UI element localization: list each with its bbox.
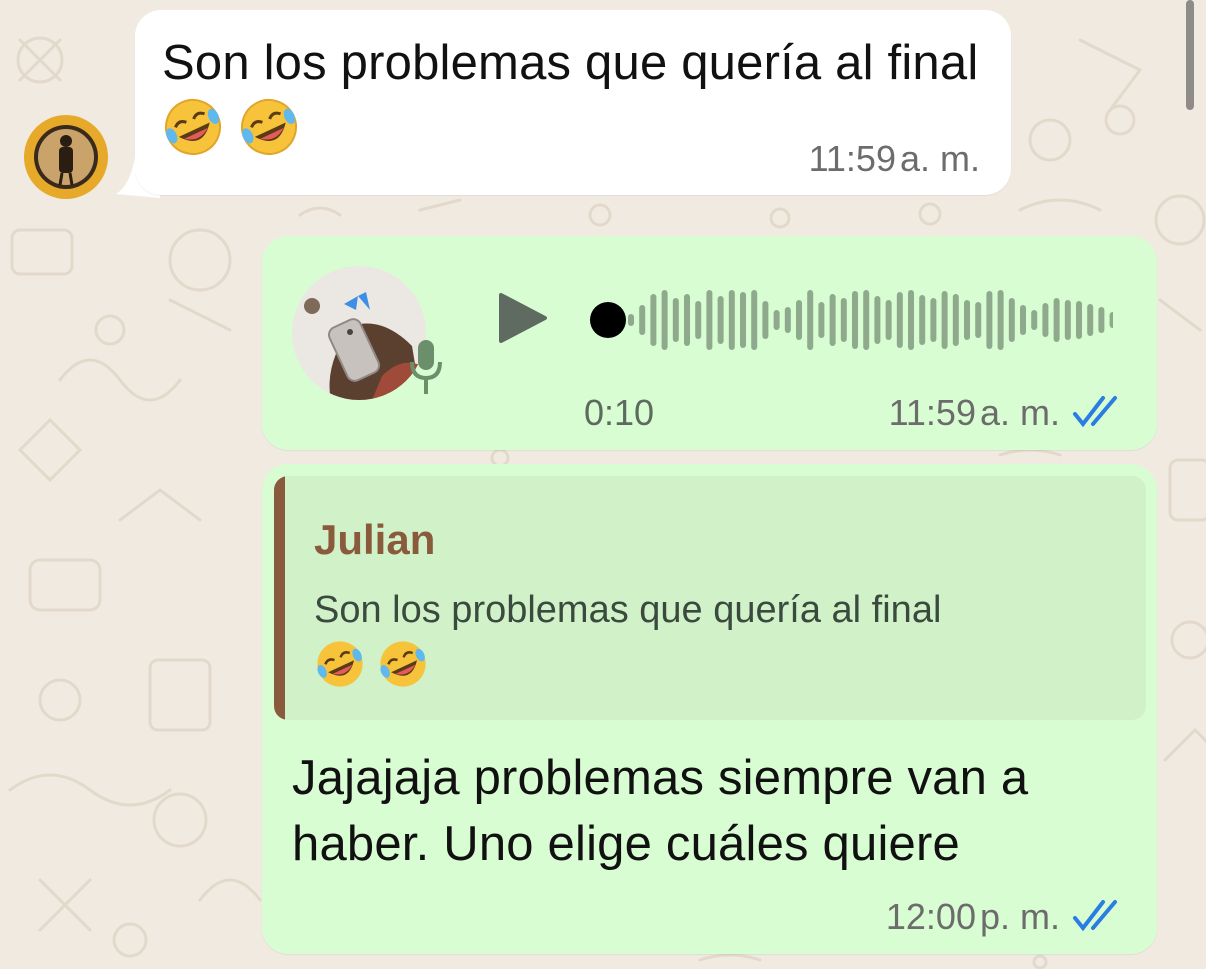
waveform-bar [986,291,993,349]
quote-accent-bar [274,476,285,720]
voice-duration: 0:10 [584,392,655,433]
playback-position-dot[interactable] [590,302,626,338]
audio-waveform[interactable] [588,280,1113,360]
sender-avatar [292,266,426,400]
waveform-bar [1020,305,1026,335]
waveform-bar [1109,312,1113,328]
waveform-bar [650,294,657,346]
waveform-bar [717,296,724,344]
microphone-icon [410,340,442,394]
waveform-bar [1087,304,1094,336]
waveform-bar [941,291,948,349]
waveform-bar [1042,303,1049,337]
waveform-bar [728,290,735,350]
waveform-bar [695,301,702,339]
waveform-bar [829,294,836,346]
waveform-bar [885,300,892,340]
waveform-bar [1031,310,1038,330]
waveform-bar [975,302,982,338]
waveform-bar [796,300,802,340]
read-receipt-icon [1073,900,1117,932]
waveform-bar [628,314,634,326]
waveform-bar [852,291,858,349]
waveform-bar [818,302,825,338]
play-button[interactable] [497,291,549,345]
waveform-bar [762,301,769,339]
waveform-bar [1098,307,1105,333]
waveform-bar [639,305,646,335]
waveform-bar [672,298,679,342]
waveform-bar [773,310,780,330]
rolling-laughing-emoji-icon [238,96,300,175]
contact-avatar[interactable] [24,115,108,199]
rolling-laughing-emoji-icon [314,638,366,706]
waveform-bar [706,290,713,350]
reply-message-time: 12:00 p. m. [885,896,1060,937]
waveform-bar [874,296,881,344]
waveform-bar [896,292,903,348]
waveform-bar [751,290,758,350]
rolling-laughing-emoji-icon [162,96,224,175]
waveform-bar [919,295,926,345]
quoted-author: Julian [314,516,436,563]
waveform-bar [807,290,814,350]
waveform-bar [964,300,970,340]
waveform-bar [1008,298,1015,342]
waveform-bar [908,290,914,350]
rolling-laughing-emoji-icon [377,638,429,706]
incoming-message-time: 11:59 a. m. [808,138,980,179]
waveform-bar [740,292,746,348]
read-receipt-icon [1073,396,1117,428]
waveform-bar [863,290,870,350]
waveform-bar [952,294,959,346]
waveform-bar [1053,298,1060,342]
quoted-text: Son los problemas que quería al final [314,582,1114,706]
waveform-bar [997,290,1004,350]
waveform-bar [1076,301,1082,339]
waveform-bar [840,298,847,342]
waveform-bar [784,307,791,333]
voice-message-time: 11:59 a. m. [888,392,1060,433]
waveform-bar [661,290,668,350]
quoted-message[interactable]: Julian Son los problemas que quería al f… [274,476,1146,720]
waveform-bar [1064,300,1071,340]
waveform-bar [684,294,690,346]
scrollbar[interactable] [1186,0,1194,110]
reply-message-text: Jajajaja problemas siempre van a haber. … [292,751,1029,871]
waveform-bar [930,298,937,342]
